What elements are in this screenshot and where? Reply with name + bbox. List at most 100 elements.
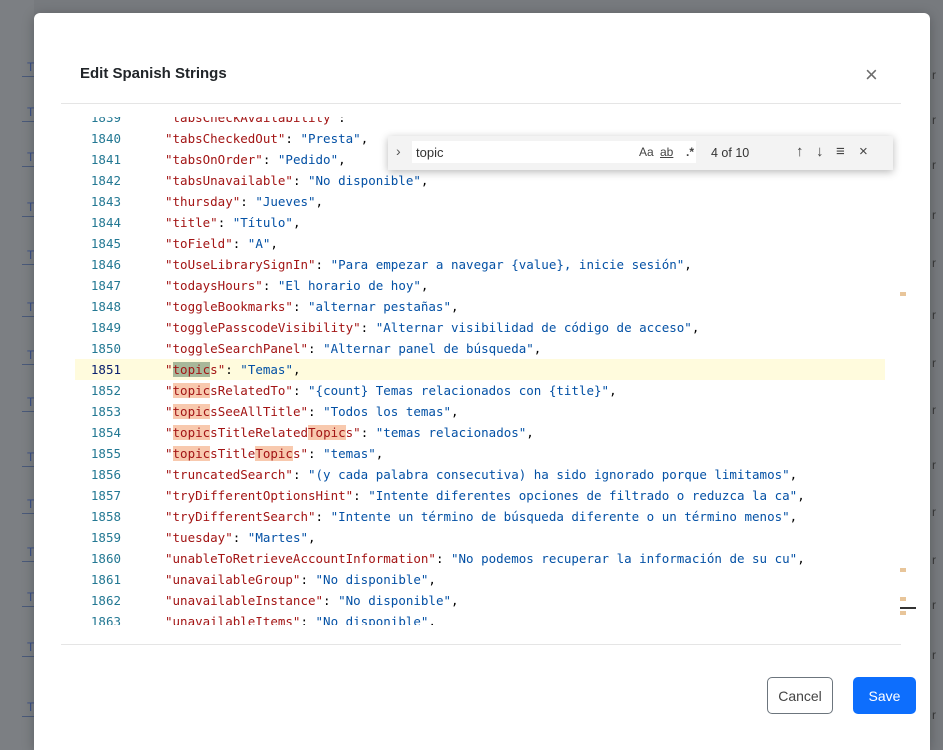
edit-strings-modal: Edit Spanish Strings × 1839 "tabsCheckAva… [34,13,930,750]
line-code: "thursday": "Jueves", [165,194,324,209]
background-letter: r [932,113,936,127]
close-find-icon[interactable]: × [859,143,868,160]
code-line[interactable]: 1856 "truncatedSearch": "(y cada palabra … [75,464,885,485]
line-code: "unavailableGroup": "No disponible", [165,572,436,587]
code-line[interactable]: 1842 "tabsUnavailable": "No disponible", [75,170,885,191]
line-code: "toUseLibrarySignIn": "Para empezar a na… [165,257,692,272]
line-number: 1851 [90,362,121,377]
background-letter: r [932,356,936,370]
background-letter: r [932,598,936,612]
background-letter: r [932,158,936,172]
line-code: "tabsUnavailable": "No disponible", [165,173,429,188]
line-code: "toggleSearchPanel": "Alternar panel de … [165,341,542,356]
background-letter: r [932,553,936,567]
close-icon[interactable]: × [865,64,878,86]
line-code: "toggleBookmarks": "alternar pestañas", [165,299,459,314]
code-line[interactable]: 1843 "thursday": "Jueves", [75,191,885,212]
line-code: "togglePasscodeVisibility": "Alternar vi… [165,320,700,335]
overview-cursor-mark [900,607,916,609]
line-code: "truncatedSearch": "(y cada palabra cons… [165,467,798,482]
background-divider [22,513,34,514]
background-divider [22,606,34,607]
line-number: 1850 [90,341,121,356]
code-line[interactable]: 1848 "toggleBookmarks": "alternar pestaña… [75,296,885,317]
code-line[interactable]: 1857 "tryDifferentOptionsHint": "Intente … [75,485,885,506]
line-code: "title": "Título", [165,215,301,230]
background-divider [22,166,34,167]
background-divider [22,316,34,317]
line-code: "topics": "Temas", [165,362,301,377]
line-code: "unavailableItems": "No disponible", [165,614,436,625]
previous-match-icon[interactable]: ↑ [796,143,804,160]
line-code: "unableToRetrieveAccountInformation": "N… [165,551,805,566]
line-number: 1839 [90,117,121,125]
code-editor[interactable]: 1839 "tabsCheckAvailability": 1840 "tabsCh… [75,117,885,625]
background-letter: r [932,208,936,222]
code-line[interactable]: 1851 "topics": "Temas", [75,359,885,380]
code-line[interactable]: 1854 "topicsTitleRelatedTopics": "temas r… [75,422,885,443]
line-number: 1849 [90,320,121,335]
line-code: "tryDifferentSearch": "Intente un términ… [165,509,798,524]
code-line[interactable]: 1861 "unavailableGroup": "No disponible", [75,569,885,590]
background-divider [22,656,34,657]
line-code: "topicsSeeAllTitle": "Todos los temas", [165,404,459,419]
line-number: 1846 [90,257,121,272]
code-line[interactable]: 1849 "togglePasscodeVisibility": "Alterna… [75,317,885,338]
background-letter: r [932,458,936,472]
next-match-icon[interactable]: ↓ [816,143,824,160]
background-divider [22,76,34,77]
code-line[interactable]: 1859 "tuesday": "Martes", [75,527,885,548]
background-divider [22,466,34,467]
line-number: 1860 [90,551,121,566]
match-case-icon[interactable]: Aa [639,145,654,159]
regex-icon[interactable]: .* [686,145,694,159]
overview-ruler-mark [900,568,906,572]
code-line[interactable]: 1847 "todaysHours": "El horario de hoy", [75,275,885,296]
background-divider [22,264,34,265]
match-whole-word-icon[interactable]: ab [660,145,673,159]
modal-title: Edit Spanish Strings [80,65,227,82]
code-line[interactable]: 1845 "toField": "A", [75,233,885,254]
overview-ruler-mark [900,597,906,601]
code-line[interactable]: 1846 "toUseLibrarySignIn": "Para empezar … [75,254,885,275]
background-letter: r [932,708,936,722]
line-code: "tabsOnOrder": "Pedido", [165,152,346,167]
background-letter: r [932,403,936,417]
line-code: "tabsCheckedOut": "Presta", [165,131,369,146]
code-line[interactable]: 1863 "unavailableItems": "No disponible", [75,611,885,625]
code-line[interactable]: 1844 "title": "Título", [75,212,885,233]
background-letter: r [932,308,936,322]
code-line[interactable]: 1853 "topicsSeeAllTitle": "Todos los tema… [75,401,885,422]
code-line[interactable]: 1839 "tabsCheckAvailability": [75,117,885,128]
code-line[interactable]: 1862 "unavailableInstance": "No disponibl… [75,590,885,611]
line-code: "topicsRelatedTo": "{count} Temas relaci… [165,383,617,398]
line-code: "tuesday": "Martes", [165,530,316,545]
toggle-replace-icon[interactable]: › [396,143,401,159]
line-number: 1853 [90,404,121,419]
line-code: "topicsTitleRelatedTopics": "temas relac… [165,425,534,440]
background-divider [22,411,34,412]
line-number: 1856 [90,467,121,482]
code-line[interactable]: 1860 "unableToRetrieveAccountInformation"… [75,548,885,569]
line-number: 1845 [90,236,121,251]
save-button[interactable]: Save [853,677,916,714]
line-code: "topicsTitleTopics": "temas", [165,446,384,461]
code-line[interactable]: 1852 "topicsRelatedTo": "{count} Temas re… [75,380,885,401]
background-divider [22,716,34,717]
background-divider [22,216,34,217]
background-letter: r [932,505,936,519]
line-number: 1863 [90,614,121,625]
find-in-selection-icon[interactable]: ≡ [836,143,845,160]
header-divider [61,103,901,104]
code-line[interactable]: 1855 "topicsTitleTopics": "temas", [75,443,885,464]
line-number: 1852 [90,383,121,398]
code-line[interactable]: 1858 "tryDifferentSearch": "Intente un té… [75,506,885,527]
background-letter: r [932,648,936,662]
line-number: 1847 [90,278,121,293]
code-line[interactable]: 1850 "toggleSearchPanel": "Alternar panel… [75,338,885,359]
cancel-button[interactable]: Cancel [767,677,833,714]
line-number: 1857 [90,488,121,503]
background-divider [22,561,34,562]
line-code: "tryDifferentOptionsHint": "Intente dife… [165,488,805,503]
line-number: 1859 [90,530,121,545]
